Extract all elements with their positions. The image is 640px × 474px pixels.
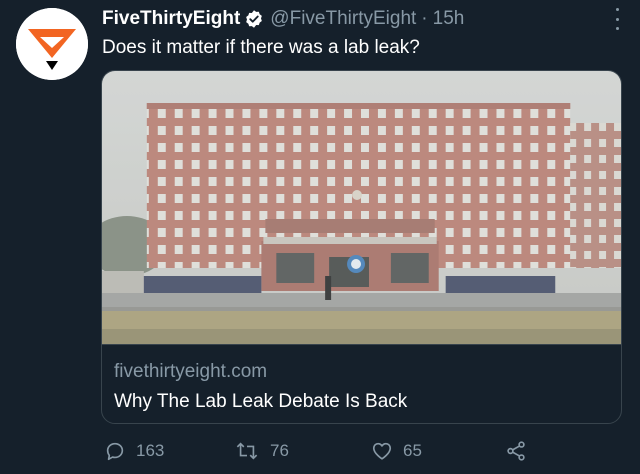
retweet-icon bbox=[236, 442, 258, 460]
tweet-text: Does it matter if there was a lab leak? bbox=[102, 37, 420, 58]
link-card[interactable]: fivethirtyeight.com Why The Lab Leak Deb… bbox=[101, 70, 622, 424]
tweet-actions: 163 76 65 bbox=[0, 440, 640, 466]
separator-dot: · bbox=[421, 8, 428, 29]
card-domain: fivethirtyeight.com bbox=[114, 361, 268, 382]
handle[interactable]: @FiveThirtyEight bbox=[270, 8, 416, 30]
reply-icon bbox=[106, 442, 124, 461]
share-icon bbox=[507, 441, 525, 461]
like-button[interactable]: 65 bbox=[371, 440, 422, 462]
retweet-count: 76 bbox=[270, 441, 289, 460]
heart-icon bbox=[372, 442, 392, 460]
display-name[interactable]: FiveThirtyEight bbox=[102, 8, 240, 30]
reply-count: 163 bbox=[136, 441, 165, 460]
card-image bbox=[102, 71, 621, 345]
card-title: Why The Lab Leak Debate Is Back bbox=[114, 391, 408, 412]
reply-button[interactable]: 163 bbox=[104, 440, 164, 462]
tweet-header: FiveThirtyEight @FiveThirtyEight · 15h bbox=[102, 5, 464, 33]
more-vertical-icon[interactable] bbox=[612, 8, 622, 30]
verified-badge-icon bbox=[244, 9, 264, 29]
avatar[interactable] bbox=[16, 8, 88, 80]
fox-logo-icon bbox=[16, 8, 88, 80]
retweet-button[interactable]: 76 bbox=[234, 440, 289, 462]
timestamp[interactable]: 15h bbox=[433, 8, 465, 30]
like-count: 65 bbox=[403, 441, 422, 460]
share-button[interactable] bbox=[505, 440, 537, 462]
